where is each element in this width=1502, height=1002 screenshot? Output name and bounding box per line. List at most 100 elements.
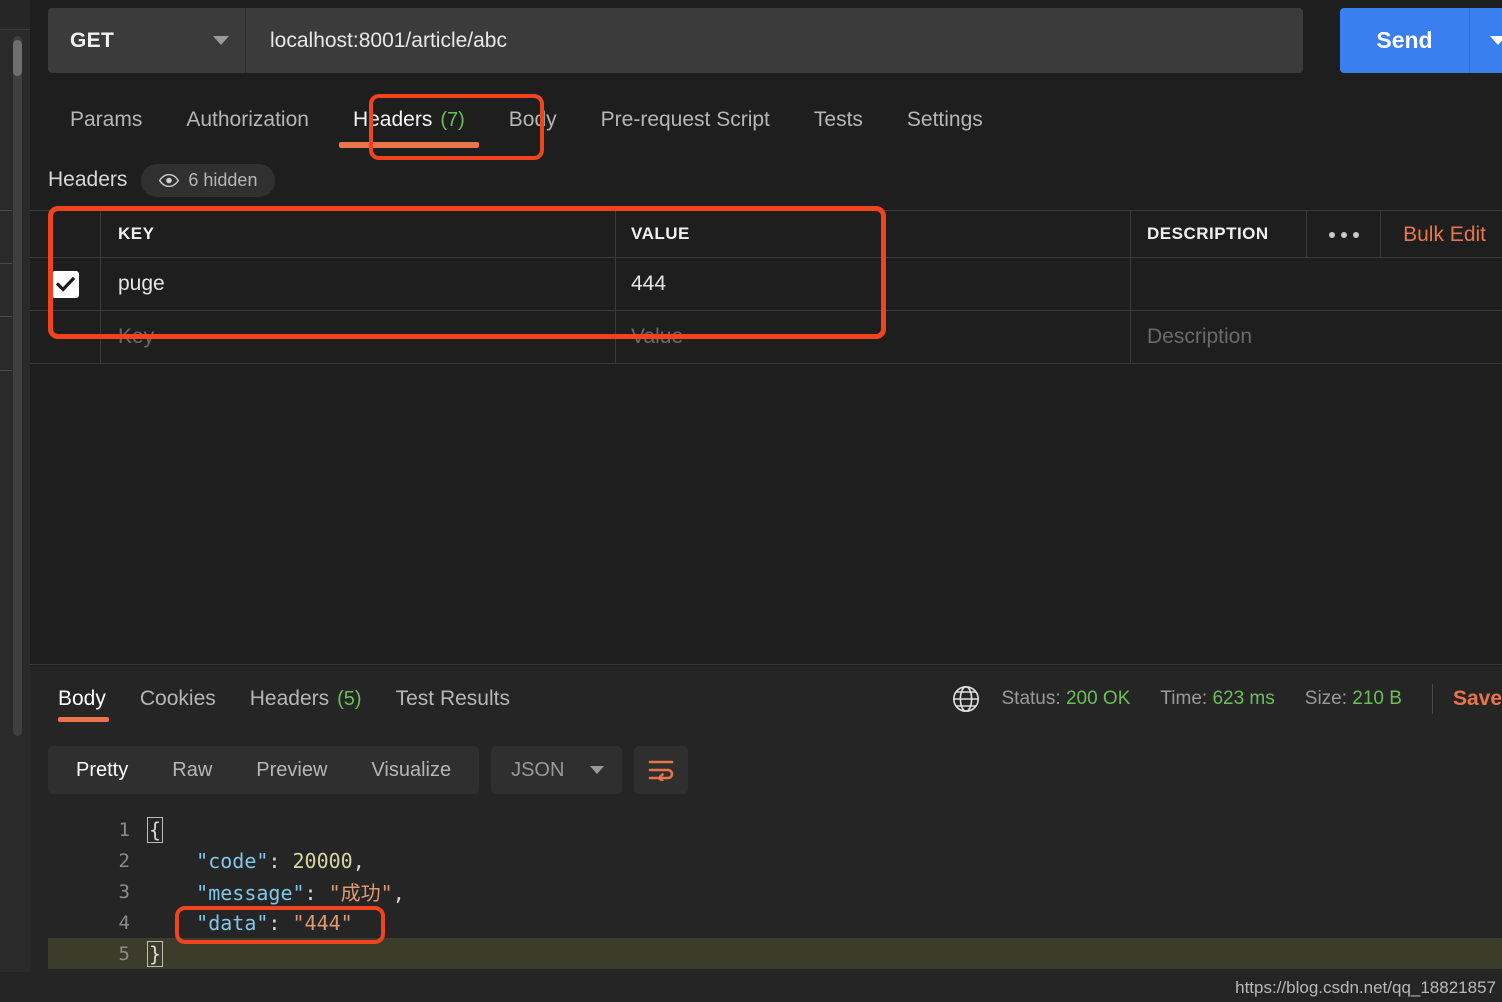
response-tab-cookies[interactable]: Cookies: [123, 678, 233, 720]
active-tab-underline: [58, 717, 109, 722]
code-token: ,: [352, 848, 365, 873]
view-mode-visualize[interactable]: Visualize: [349, 746, 473, 794]
code-token: "444": [292, 910, 353, 935]
time-indicator: Time: 623 ms: [1160, 688, 1274, 710]
row-select-cell: [30, 258, 101, 310]
table-header-row: KEY VALUE DESCRIPTION Bulk Edit: [30, 211, 1502, 258]
row-key-cell[interactable]: puge: [101, 258, 616, 310]
rail-divider: [0, 316, 12, 317]
status-label: Status:: [1001, 688, 1061, 709]
rail-divider: [0, 263, 12, 264]
tab-label: Test Results: [395, 687, 510, 710]
chevron-down-icon: [1489, 36, 1502, 45]
placeholder-description-cell[interactable]: Description: [1131, 311, 1502, 363]
table-row-placeholder[interactable]: Key Value Description: [30, 311, 1502, 364]
tab-label: Cookies: [139, 687, 216, 710]
code-token: :: [268, 910, 293, 935]
response-tabs: Body Cookies Headers (5) Test Results: [48, 678, 527, 722]
code-line: 1{: [48, 814, 1502, 845]
view-mode-raw[interactable]: Raw: [150, 746, 234, 794]
sidebar-scrollbar-thumb[interactable]: [13, 40, 22, 76]
line-number: 3: [118, 880, 130, 903]
method-selector[interactable]: GET: [48, 8, 246, 73]
tab-settings[interactable]: Settings: [885, 96, 1005, 144]
code-text: {: [146, 816, 164, 843]
left-rail: [0, 0, 30, 1002]
tab-label: Tests: [813, 108, 863, 131]
tab-label: Headers: [249, 687, 330, 710]
request-tabs: Params Authorization Headers (7) Body Pr…: [48, 96, 1005, 152]
placeholder-value-cell[interactable]: Value: [616, 311, 1131, 363]
save-response-button[interactable]: Save: [1453, 687, 1502, 711]
active-tab-underline: [338, 142, 479, 148]
send-options-button[interactable]: [1469, 8, 1502, 73]
code-text: "message": "成功",: [148, 877, 405, 906]
row-value-cell[interactable]: 444: [616, 258, 1131, 310]
bulk-edit-button[interactable]: Bulk Edit: [1380, 211, 1502, 258]
more-options-icon[interactable]: [1306, 211, 1380, 258]
globe-icon[interactable]: [952, 685, 980, 713]
placeholder-key-cell[interactable]: Key: [101, 311, 616, 363]
column-label-description: DESCRIPTION: [1147, 224, 1269, 243]
tab-body[interactable]: Body: [487, 96, 579, 144]
column-label-key: KEY: [118, 224, 155, 243]
placeholder-key-label: Key: [118, 325, 155, 348]
view-mode-preview[interactable]: Preview: [234, 746, 349, 794]
tab-params[interactable]: Params: [48, 96, 164, 144]
tab-label: Params: [70, 108, 143, 131]
code-token: "成功": [328, 881, 393, 905]
view-mode-pretty[interactable]: Pretty: [54, 746, 150, 794]
url-value: localhost:8001/article/abc: [270, 28, 507, 52]
code-token: 20000: [292, 848, 353, 873]
code-text: "data": "444": [148, 911, 353, 935]
row-checkbox[interactable]: [51, 270, 79, 298]
word-wrap-icon[interactable]: [634, 746, 689, 794]
code-line: 2 "code": 20000,: [48, 845, 1502, 876]
status-indicator: Status: 200 OK: [1002, 688, 1131, 710]
url-input[interactable]: localhost:8001/article/abc: [246, 8, 1303, 73]
tab-count: (5): [337, 687, 362, 710]
tab-label: Headers: [352, 108, 433, 131]
tab-pre-request-script[interactable]: Pre-request Script: [579, 96, 792, 144]
tab-authorization[interactable]: Authorization: [164, 96, 331, 144]
placeholder-description-label: Description: [1147, 325, 1253, 348]
sidebar-scrollbar-track[interactable]: [13, 36, 22, 736]
placeholder-select-cell: [30, 311, 101, 363]
row-key-value: puge: [118, 272, 165, 295]
rail-divider: [0, 210, 12, 211]
tab-tests[interactable]: Tests: [792, 96, 885, 144]
tab-label: Pre-request Script: [600, 108, 770, 131]
view-mode-label: Visualize: [371, 758, 452, 781]
row-description-cell[interactable]: [1131, 258, 1502, 310]
hidden-headers-label: 6 hidden: [188, 169, 258, 190]
code-token: ,: [392, 881, 405, 905]
tab-count: (7): [440, 108, 465, 131]
tab-headers[interactable]: Headers (7): [331, 96, 487, 148]
code-line: 5}: [48, 938, 1502, 969]
response-tab-test-results[interactable]: Test Results: [379, 678, 527, 720]
bulk-edit-label: Bulk Edit: [1403, 222, 1486, 246]
tab-label: Authorization: [186, 108, 309, 131]
dot: [1340, 231, 1347, 238]
format-selector[interactable]: JSON: [491, 746, 623, 794]
line-number: 1: [118, 818, 130, 841]
headers-table: KEY VALUE DESCRIPTION Bulk Edit puge 444…: [30, 210, 1502, 364]
dot: [1352, 231, 1359, 238]
code-token: :: [268, 848, 293, 873]
table-row[interactable]: puge 444: [30, 258, 1502, 311]
send-button[interactable]: Send: [1340, 8, 1469, 73]
view-mode-label: Raw: [172, 758, 213, 781]
format-label: JSON: [511, 758, 565, 781]
hidden-headers-toggle[interactable]: 6 hidden: [141, 163, 276, 197]
code-token: "code": [196, 848, 269, 873]
view-mode-group: Pretty Raw Preview Visualize: [48, 746, 480, 794]
tab-label: Settings: [906, 108, 983, 131]
response-tab-headers[interactable]: Headers (5): [233, 678, 379, 720]
time-label: Time:: [1160, 688, 1208, 709]
code-line: 4 "data": "444": [48, 907, 1502, 938]
response-tab-body[interactable]: Body: [48, 678, 123, 722]
line-number: 4: [118, 911, 130, 934]
